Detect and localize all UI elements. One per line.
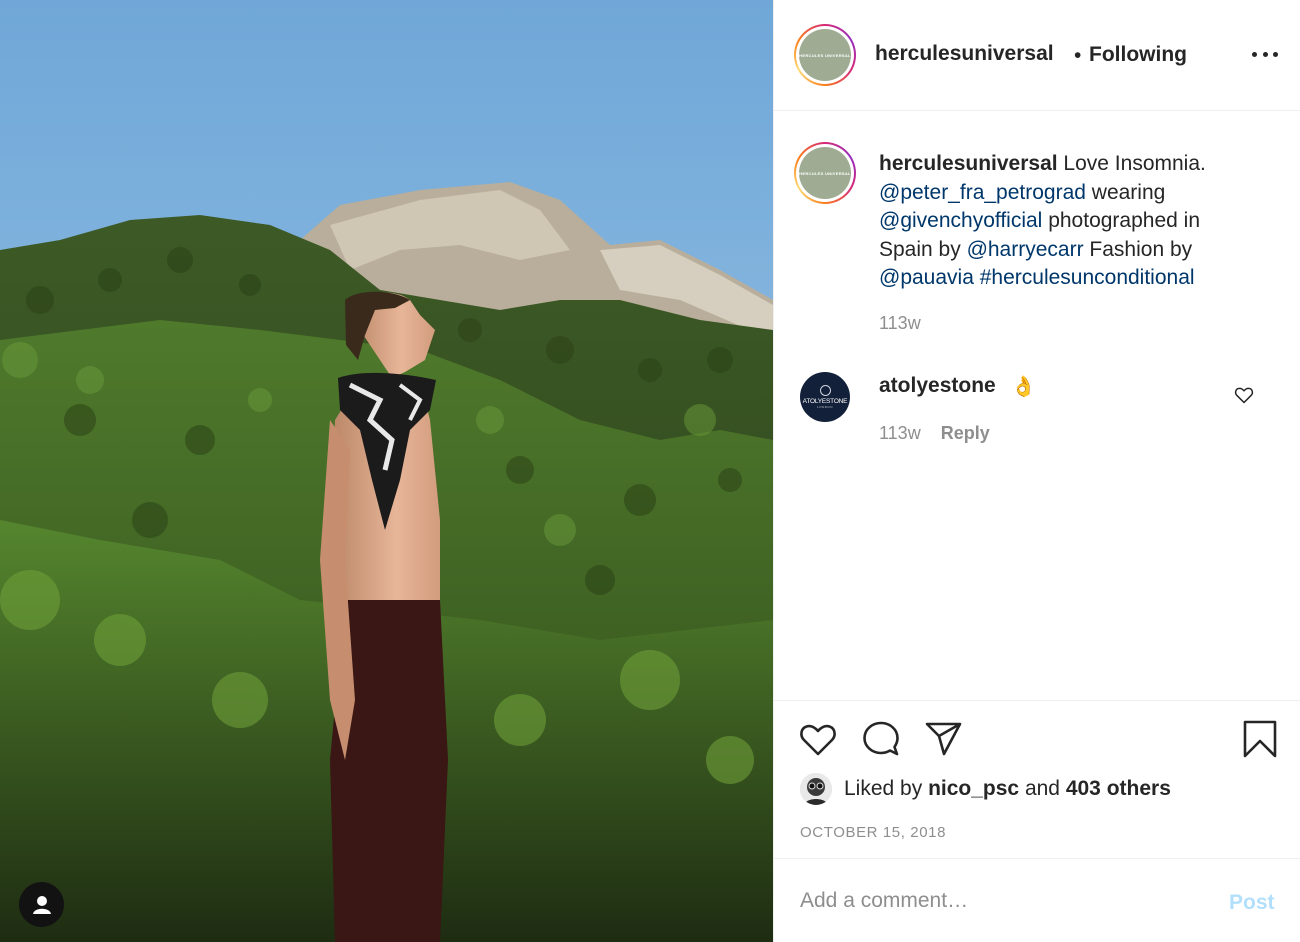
post-actions: Liked by nico_psc and 403 others OCTOBER…: [774, 700, 1300, 858]
likes-prefix: Liked by: [844, 777, 929, 800]
liker-avatar[interactable]: [800, 773, 832, 805]
caption-username[interactable]: herculesuniversal: [879, 152, 1058, 175]
liker-avatar-image: [800, 773, 832, 805]
mention-link[interactable]: @peter_fra_petrograd: [879, 181, 1086, 204]
caption-author-avatar[interactable]: HERCULES UNIVERSAL: [794, 142, 856, 204]
post-details-panel: HERCULES UNIVERSAL herculesuniversal • F…: [773, 0, 1300, 942]
post-photo-image: [0, 0, 773, 942]
author-avatar-logo: HERCULES UNIVERSAL: [799, 29, 851, 81]
comment-text: 👌: [1011, 376, 1036, 398]
header-separator: •: [1074, 44, 1082, 67]
post-photo[interactable]: [0, 0, 773, 942]
caption-avatar-logo: HERCULES UNIVERSAL: [799, 147, 851, 199]
comment-like-heart-icon[interactable]: [1234, 385, 1254, 405]
commenter-avatar[interactable]: ATOLYESTONE LONDON: [800, 372, 850, 422]
likes-middle: and: [1019, 777, 1066, 800]
caption-text-4: Fashion by: [1083, 237, 1193, 261]
comment-input[interactable]: [800, 889, 1200, 913]
post-date[interactable]: OCTOBER 15, 2018: [800, 824, 946, 841]
author-avatar[interactable]: HERCULES UNIVERSAL: [794, 24, 856, 86]
mention-link[interactable]: @harryecarr: [967, 238, 1084, 261]
mention-link[interactable]: @givenchyofficial: [879, 209, 1042, 232]
mention-link[interactable]: @pauavia: [879, 266, 974, 289]
following-button[interactable]: Following: [1089, 43, 1187, 67]
likes-text: Liked by nico_psc and 403 others: [844, 777, 1171, 801]
post-caption: herculesuniversal Love Insomnia. @peter_…: [879, 150, 1259, 293]
more-options-icon[interactable]: [1252, 44, 1278, 64]
liker-username[interactable]: nico_psc: [928, 777, 1019, 800]
likes-others-link[interactable]: 403 others: [1066, 777, 1171, 800]
comment-composer: Post: [774, 858, 1300, 942]
commenter-username[interactable]: atolyestone: [879, 374, 996, 398]
tagged-users-button[interactable]: [19, 882, 64, 927]
likes-summary: Liked by nico_psc and 403 others: [800, 773, 1171, 805]
caption-text-1: Love Insomnia.: [1057, 152, 1206, 175]
caption-text-2: wearing: [1085, 180, 1166, 204]
post-header: HERCULES UNIVERSAL herculesuniversal • F…: [774, 0, 1300, 111]
comment-meta: 113w Reply: [879, 423, 990, 444]
hashtag-link[interactable]: #herculesunconditional: [980, 266, 1195, 289]
author-username[interactable]: herculesuniversal: [875, 42, 1054, 66]
post-comment-button[interactable]: Post: [1229, 891, 1275, 915]
commenter-avatar-subtext: LONDON: [817, 405, 833, 409]
paper-plane-icon[interactable]: [924, 719, 964, 759]
heart-icon[interactable]: [798, 719, 838, 759]
reply-button[interactable]: Reply: [941, 423, 990, 444]
comment-timestamp[interactable]: 113w: [879, 423, 921, 444]
comment-icon[interactable]: [861, 719, 901, 759]
user-icon: [32, 895, 51, 914]
bookmark-icon[interactable]: [1240, 719, 1280, 759]
caption-timestamp[interactable]: 113w: [879, 313, 921, 334]
commenter-avatar-brand: ATOLYESTONE: [802, 398, 848, 405]
brand-mark-icon: [819, 385, 831, 396]
